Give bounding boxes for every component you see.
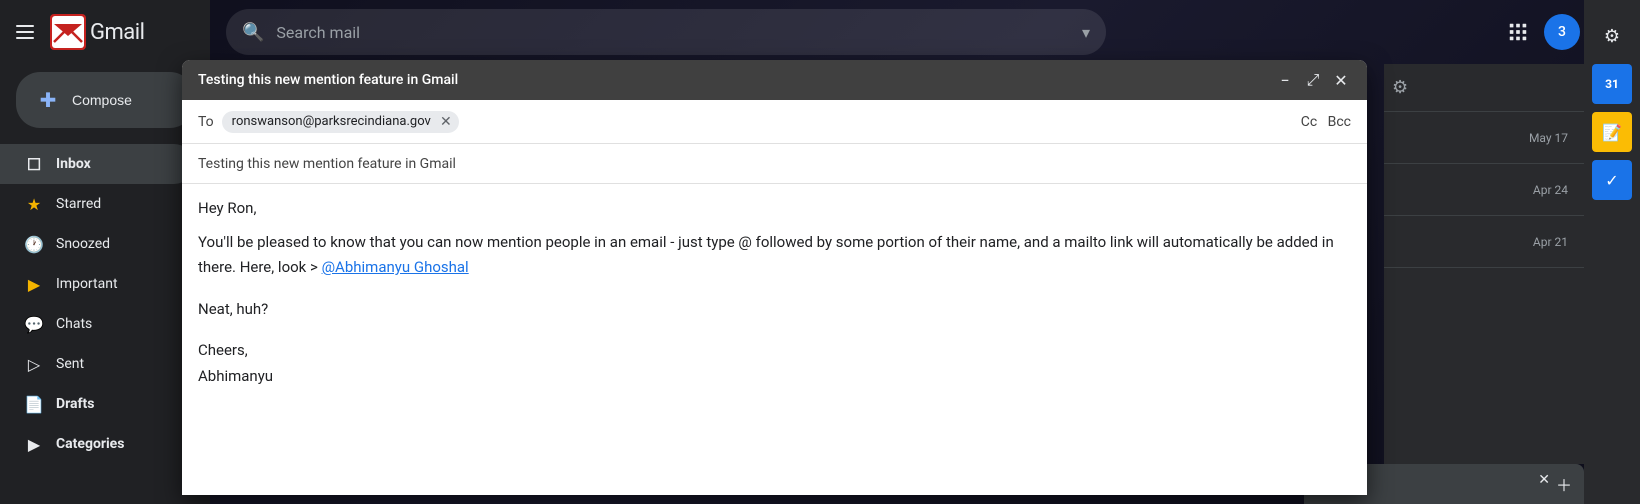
categories-icon: ▶ (24, 434, 44, 454)
recipient-email: ronswanson@parksrecindiana.gov (232, 114, 431, 129)
chip-remove-button[interactable]: ✕ (437, 113, 455, 131)
search-bar[interactable]: 🔍 Search mail ▾ (226, 9, 1106, 55)
sidebar-item-label: Drafts (56, 396, 94, 412)
right-sidebar: ⚙ 31 📝 ✓ (1584, 0, 1640, 504)
sidebar-item-drafts[interactable]: 📄 Drafts (0, 384, 194, 424)
modal-action-buttons: − ⤢ ✕ (1275, 70, 1351, 90)
modal-header: Testing this new mention feature in Gmai… (182, 60, 1367, 100)
compose-label: Compose (72, 92, 132, 108)
settings-icon[interactable]: ⚙ (1392, 77, 1408, 98)
topbar: 🔍 Search mail ▾ 3 (210, 0, 1640, 64)
subject-text: Testing this new mention feature in Gmai… (198, 156, 456, 172)
sidebar-item-label: Categories (56, 436, 124, 452)
snoozed-icon: 🕐 (24, 234, 44, 254)
sidebar-item-label: Snoozed (56, 236, 110, 252)
calendar-icon[interactable]: 31 (1592, 64, 1632, 104)
mini-panel-actions: ✕ ＋ (1538, 472, 1572, 496)
cc-bcc-buttons[interactable]: Cc Bcc (1301, 114, 1351, 130)
email-list-item[interactable]: May 17 (1384, 112, 1584, 164)
inbox-icon: ☐ (24, 154, 44, 174)
apps-grid-icon[interactable] (1500, 14, 1536, 50)
body-closing: Cheers,Abhimanyu (198, 338, 1351, 389)
settings-icon[interactable]: ⚙ (1592, 16, 1632, 56)
drafts-icon: 📄 (24, 394, 44, 414)
email-date: Apr 21 (1533, 235, 1568, 249)
sidebar-item-label: Sent (56, 356, 84, 372)
search-icon: 🔍 (242, 22, 264, 43)
search-dropdown-icon[interactable]: ▾ (1082, 23, 1090, 42)
sidebar-item-label: Starred (56, 196, 101, 212)
cc-button[interactable]: Cc (1301, 114, 1317, 130)
body-neat: Neat, huh? (198, 297, 1351, 323)
sidebar-item-sent[interactable]: ▷ Sent (0, 344, 194, 384)
search-placeholder: Search mail (276, 23, 1070, 42)
modal-title: Testing this new mention feature in Gmai… (198, 72, 458, 88)
mini-panel-close-icon[interactable]: ✕ (1538, 472, 1550, 496)
email-list-item[interactable]: Apr 24 (1384, 164, 1584, 216)
body-greeting: Hey Ron, (198, 196, 1351, 222)
sidebar-item-label: Important (56, 276, 118, 292)
body-paragraph: You'll be pleased to know that you can n… (198, 230, 1351, 281)
mention-link[interactable]: @Abhimanyu Ghoshal (322, 258, 469, 276)
expand-button[interactable]: ⤢ (1303, 70, 1323, 90)
compose-plus-icon: ✚ (36, 88, 60, 112)
email-date: May 17 (1529, 131, 1568, 145)
sent-icon: ▷ (24, 354, 44, 374)
sidebar-item-inbox[interactable]: ☐ Inbox (0, 144, 194, 184)
sidebar-item-categories[interactable]: ▶ Categories (0, 424, 194, 464)
sidebar-item-important[interactable]: ▶ Important (0, 264, 194, 304)
mini-panel-add-icon[interactable]: ＋ (1556, 472, 1572, 496)
email-list-panel: ⚙ May 17 Apr 24 Apr 21 (1384, 64, 1584, 464)
important-icon: ▶ (24, 274, 44, 294)
minimize-button[interactable]: − (1275, 70, 1295, 90)
chats-icon: 💬 (24, 314, 44, 334)
tasks-icon[interactable]: ✓ (1592, 160, 1632, 200)
sidebar-item-label: Inbox (56, 156, 91, 172)
close-button[interactable]: ✕ (1331, 70, 1351, 90)
sidebar-item-starred[interactable]: ★ Starred (0, 184, 194, 224)
sidebar-header: Gmail (0, 0, 210, 64)
user-avatar[interactable]: 3 (1544, 14, 1580, 50)
sidebar-item-snoozed[interactable]: 🕐 Snoozed (0, 224, 194, 264)
email-list-item[interactable]: Apr 21 (1384, 216, 1584, 268)
gmail-title: Gmail (90, 20, 144, 45)
compose-modal: Testing this new mention feature in Gmai… (182, 60, 1367, 495)
hamburger-menu[interactable] (16, 20, 40, 44)
compose-body[interactable]: Hey Ron, You'll be pleased to know that … (182, 184, 1367, 495)
subject-field: Testing this new mention feature in Gmai… (182, 144, 1367, 184)
to-label: To (198, 114, 214, 130)
star-icon: ★ (24, 194, 44, 214)
sidebar-item-label: Chats (56, 316, 92, 332)
sidebar-item-chats[interactable]: 💬 Chats (0, 304, 194, 344)
keep-icon[interactable]: 📝 (1592, 112, 1632, 152)
bcc-button[interactable]: Bcc (1328, 114, 1351, 130)
gmail-logo: Gmail (50, 14, 144, 50)
to-field: To ronswanson@parksrecindiana.gov ✕ Cc B… (182, 100, 1367, 144)
body-content: Hey Ron, You'll be pleased to know that … (198, 196, 1351, 389)
compose-button[interactable]: ✚ Compose (16, 72, 194, 128)
sidebar: Gmail ✚ Compose ☐ Inbox ★ Starred 🕐 Snoo… (0, 0, 210, 504)
recipient-chip: ronswanson@parksrecindiana.gov ✕ (222, 111, 459, 133)
email-date: Apr 24 (1533, 183, 1568, 197)
